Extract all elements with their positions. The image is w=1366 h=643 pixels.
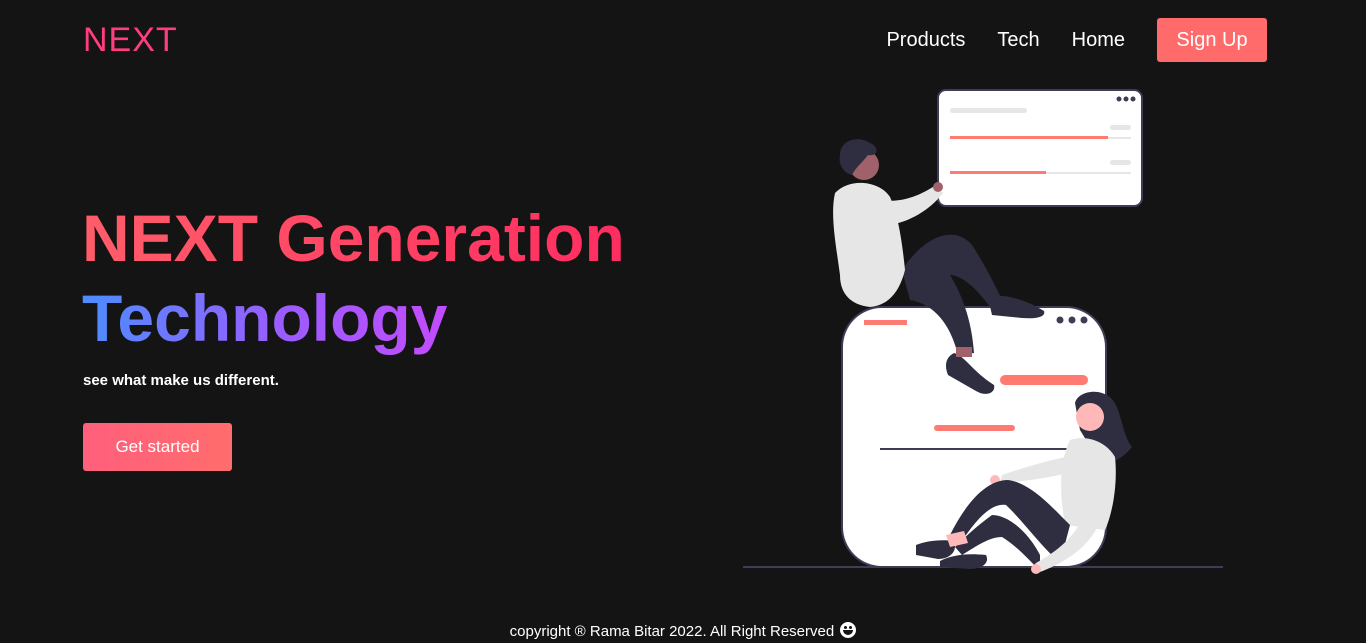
main-nav: Products Tech Home Sign Up xyxy=(886,18,1366,62)
nav-link-home[interactable]: Home xyxy=(1072,29,1125,52)
get-started-button[interactable]: Get started xyxy=(83,423,232,471)
hero-title-line-2: Technology xyxy=(82,278,447,358)
hero-title-line-1: NEXT Generation xyxy=(82,198,625,278)
sign-up-button[interactable]: Sign Up xyxy=(1157,18,1267,62)
footer: copyright ® Rama Bitar 2022. All Right R… xyxy=(0,622,1366,640)
brand-logo[interactable]: NEXT xyxy=(83,22,178,58)
hero-illustration xyxy=(743,89,1223,574)
landing-page: NEXT Products Tech Home Sign Up NEXT Gen… xyxy=(0,0,1366,643)
small-ui-card xyxy=(937,89,1143,207)
copyright-text: copyright ® Rama Bitar 2022. All Right R… xyxy=(509,623,835,640)
nav-link-tech[interactable]: Tech xyxy=(997,29,1039,52)
hero-tagline: see what make us different. xyxy=(83,372,279,389)
nav-link-products[interactable]: Products xyxy=(886,29,965,52)
smiley-icon xyxy=(840,622,857,638)
